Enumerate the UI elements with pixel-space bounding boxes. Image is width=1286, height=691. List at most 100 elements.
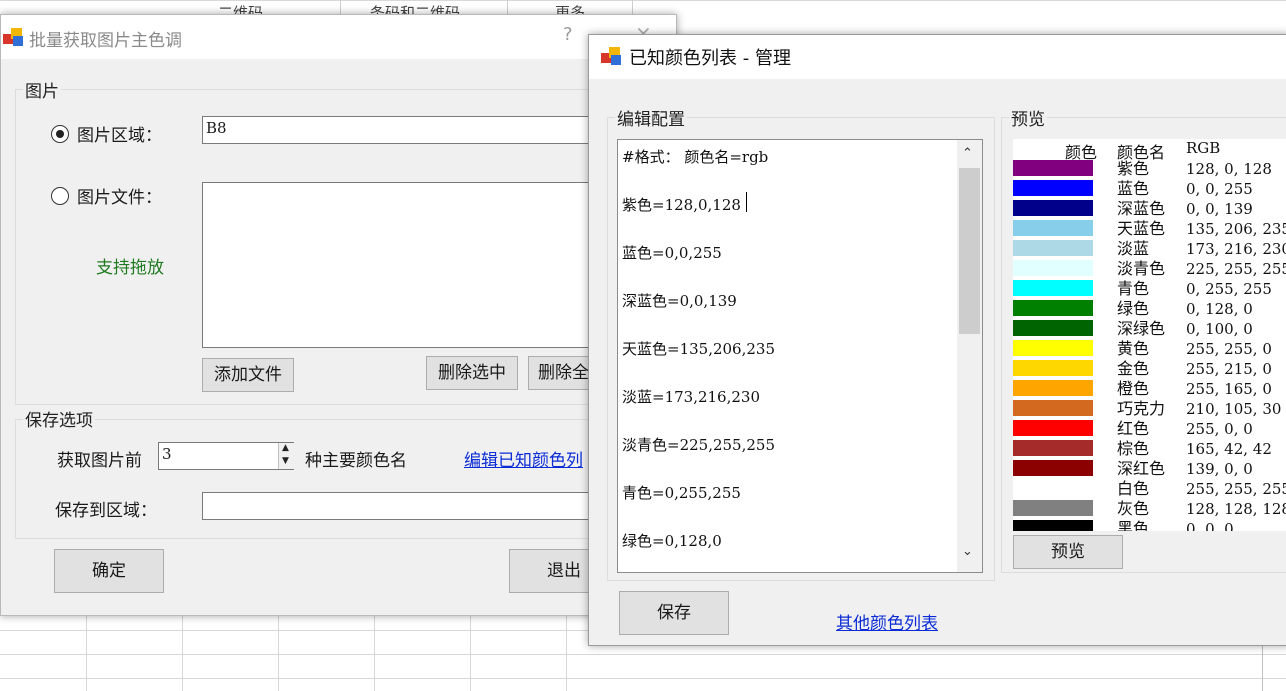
preview-row[interactable]: 黑色 0, 0, 0 (1013, 519, 1286, 531)
ok-button[interactable]: 确定 (54, 549, 164, 593)
title-bar: 批量获取图片主色调 ? × (1, 15, 676, 59)
preview-row[interactable]: 深红色 139, 0, 0 (1013, 459, 1286, 479)
config-editor[interactable]: #格式： 颜色名=rgb 紫色=128,0,128 蓝色=0,0,255 深蓝色… (617, 139, 983, 573)
preview-row[interactable]: 淡青色 225, 255, 255 (1013, 259, 1286, 279)
color-swatch (1013, 420, 1093, 436)
preview-button[interactable]: 预览 (1013, 535, 1123, 569)
color-name: 紫色 (1117, 159, 1150, 178)
color-swatch (1013, 220, 1093, 236)
dialog-title: 批量获取图片主色调 (29, 31, 182, 51)
edit-known-colors-link[interactable]: 编辑已知颜色列 (464, 446, 583, 471)
color-rgb: 255, 165, 0 (1186, 380, 1272, 398)
color-name: 红色 (1117, 419, 1150, 438)
color-rgb: 0, 0, 255 (1186, 180, 1253, 198)
color-name: 黑色 (1117, 519, 1150, 531)
preview-row[interactable]: 黄色 255, 255, 0 (1013, 339, 1286, 359)
color-swatch (1013, 260, 1093, 276)
editor-line: 深蓝色=0,0,139 (622, 292, 737, 310)
count-spinner[interactable]: ▲ ▼ (278, 443, 295, 469)
color-rgb: 0, 100, 0 (1186, 320, 1253, 338)
editor-line: 紫色=128,0,128 (622, 196, 741, 214)
preview-row[interactable]: 巧克力 210, 105, 30 (1013, 399, 1286, 419)
color-rgb: 0, 0, 0 (1186, 520, 1234, 531)
app-icon (601, 45, 623, 67)
preview-row[interactable]: 紫色 128, 0, 128 (1013, 159, 1286, 179)
preview-row[interactable]: 红色 255, 0, 0 (1013, 419, 1286, 439)
preview-row[interactable]: 金色 255, 215, 0 (1013, 359, 1286, 379)
color-swatch (1013, 440, 1093, 456)
spin-down-icon[interactable]: ▼ (282, 456, 289, 466)
preview-row[interactable]: 深绿色 0, 100, 0 (1013, 319, 1286, 339)
app-icon (3, 26, 25, 48)
add-file-button[interactable]: 添加文件 (202, 358, 294, 392)
color-name: 淡蓝 (1117, 239, 1150, 258)
color-swatch (1013, 520, 1093, 531)
save-button[interactable]: 保存 (619, 591, 729, 635)
color-name: 深红色 (1117, 459, 1166, 478)
preview-row[interactable]: 灰色 128, 128, 128 (1013, 499, 1286, 519)
color-rgb: 225, 255, 255 (1186, 260, 1286, 278)
color-swatch (1013, 480, 1093, 496)
color-swatch (1013, 320, 1093, 336)
color-name: 黄色 (1117, 339, 1150, 358)
delete-selected-button[interactable]: 删除选中 (426, 356, 518, 390)
preview-row[interactable]: 深蓝色 0, 0, 139 (1013, 199, 1286, 219)
color-count-input[interactable]: 3 (158, 442, 294, 470)
get-count-prefix: 获取图片前 (57, 451, 142, 471)
edit-config-label: 编辑配置 (615, 105, 687, 130)
color-rgb: 0, 0, 139 (1186, 200, 1253, 218)
scroll-up-icon[interactable]: ⌃ (962, 146, 973, 161)
preview-row[interactable]: 橙色 255, 165, 0 (1013, 379, 1286, 399)
save-options-label: 保存选项 (23, 406, 95, 431)
editor-line: 淡蓝=173,216,230 (622, 388, 760, 406)
color-name: 绿色 (1117, 299, 1150, 318)
scroll-down-icon[interactable]: ⌄ (962, 544, 973, 559)
preview-list[interactable]: 颜色 颜色名 RGB 紫色 128, 0, 128 蓝色 0, 0, 255 深蓝色 0,… (1013, 139, 1286, 531)
preview-row[interactable]: 天蓝色 135, 206, 235 (1013, 219, 1286, 239)
editor-line: 天蓝色=135,206,235 (622, 340, 775, 358)
spin-up-icon[interactable]: ▲ (282, 443, 289, 453)
preview-row[interactable]: 棕色 165, 42, 42 (1013, 439, 1286, 459)
color-name: 棕色 (1117, 439, 1150, 458)
color-rgb: 139, 0, 0 (1186, 460, 1253, 478)
radio-image-region[interactable] (51, 125, 69, 143)
radio-image-region-label[interactable]: 图片区域： (77, 121, 162, 146)
known-colors-dialog: 已知颜色列表 - 管理 编辑配置 #格式： 颜色名=rgb 紫色=128,0,1… (588, 34, 1286, 646)
color-rgb: 173, 216, 230 (1186, 240, 1286, 258)
color-name: 金色 (1117, 359, 1150, 378)
radio-image-file[interactable] (51, 187, 69, 205)
editor-line: 青色=0,255,255 (622, 484, 741, 502)
preview-row[interactable]: 白色 255, 255, 255 (1013, 479, 1286, 499)
get-count-suffix: 种主要颜色名 (305, 451, 407, 471)
dialog-title: 已知颜色列表 - 管理 (629, 48, 791, 69)
text-caret (746, 192, 747, 212)
title-bar: 已知颜色列表 - 管理 (589, 35, 1286, 79)
other-color-lists-link[interactable]: 其他颜色列表 (836, 609, 938, 634)
color-swatch (1013, 280, 1093, 296)
color-rgb: 0, 255, 255 (1186, 280, 1272, 298)
batch-color-dialog: 批量获取图片主色调 ? × 图片 图片区域： B8 图片文件： 支持拖放 添加文… (0, 14, 677, 616)
color-rgb: 128, 0, 128 (1186, 160, 1272, 178)
color-swatch (1013, 300, 1093, 316)
scroll-thumb[interactable] (959, 168, 980, 334)
color-swatch (1013, 400, 1093, 416)
help-icon[interactable]: ? (563, 24, 573, 45)
preview-label: 预览 (1009, 105, 1047, 130)
color-rgb: 165, 42, 42 (1186, 440, 1272, 458)
radio-image-file-label[interactable]: 图片文件： (77, 183, 162, 208)
editor-line: #格式： 颜色名=rgb (622, 148, 769, 166)
color-rgb: 255, 255, 255 (1186, 480, 1286, 498)
color-name: 灰色 (1117, 499, 1150, 518)
editor-line: 蓝色=0,0,255 (622, 244, 722, 262)
color-swatch (1013, 360, 1093, 376)
preview-row[interactable]: 绿色 0, 128, 0 (1013, 299, 1286, 319)
color-swatch (1013, 460, 1093, 476)
color-rgb: 0, 128, 0 (1186, 300, 1253, 318)
preview-row[interactable]: 青色 0, 255, 255 (1013, 279, 1286, 299)
color-rgb: 210, 105, 30 (1186, 400, 1282, 418)
color-swatch (1013, 340, 1093, 356)
preview-row[interactable]: 蓝色 0, 0, 255 (1013, 179, 1286, 199)
editor-scrollbar[interactable]: ⌃ ⌄ (957, 140, 982, 572)
color-rgb: 255, 215, 0 (1186, 360, 1272, 378)
preview-row[interactable]: 淡蓝 173, 216, 230 (1013, 239, 1286, 259)
